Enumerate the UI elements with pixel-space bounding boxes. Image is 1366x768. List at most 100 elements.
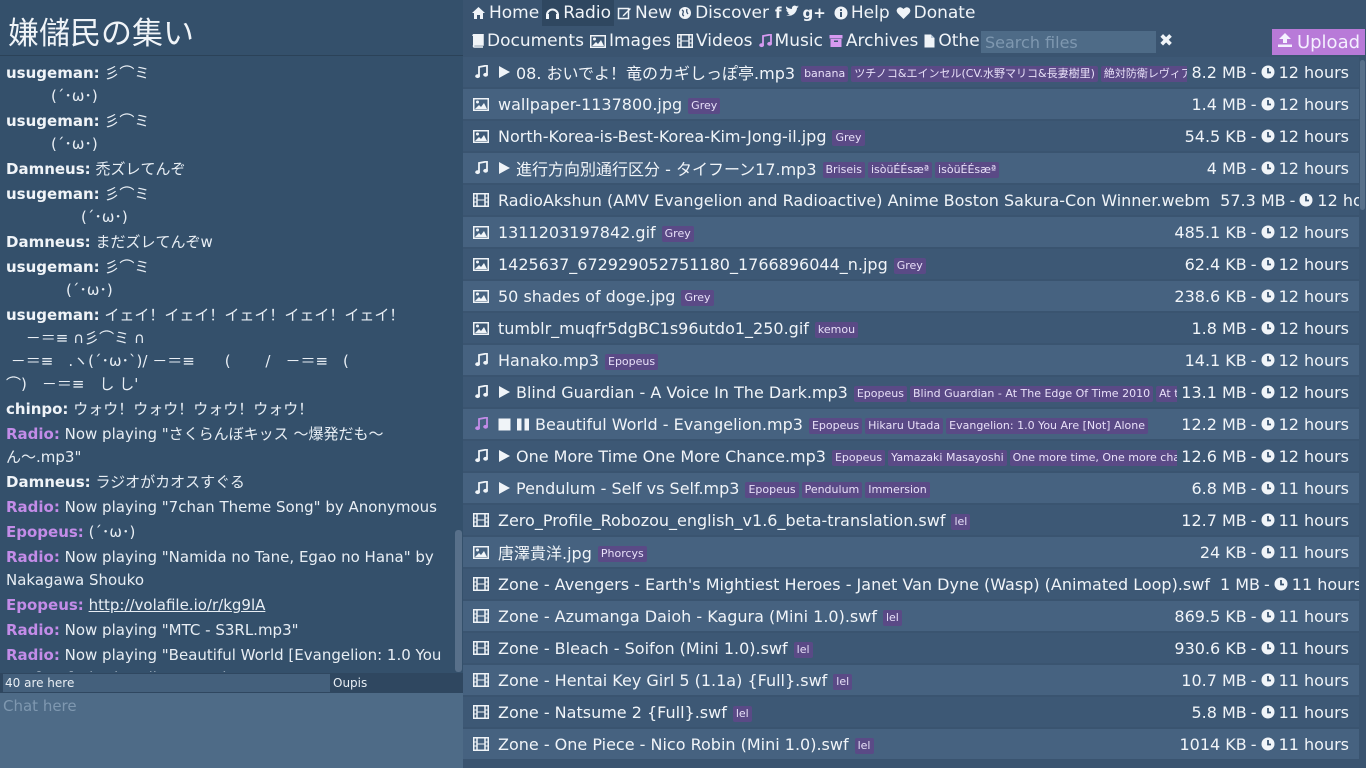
file-name[interactable]: Zone - Avengers - Earth's Mightiest Hero…	[498, 575, 1210, 594]
file-name[interactable]: Zone - One Piece - Nico Robin (Mini 1.0)…	[498, 735, 849, 754]
chat-nick[interactable]: Damneus:	[6, 473, 91, 491]
chat-scrollbar[interactable]	[455, 530, 462, 672]
chat-nick[interactable]: Epopeus:	[6, 596, 84, 614]
filter-other[interactable]: Other	[921, 28, 989, 54]
play-icon[interactable]	[498, 481, 511, 495]
chat-nick[interactable]: Radio:	[6, 646, 60, 664]
file-tag[interactable]: Epopeus	[808, 417, 863, 434]
file-row[interactable]: Zone - Hentai Key Girl 5 (1.1a) {Full}.s…	[463, 665, 1359, 695]
close-icon[interactable]: ✖	[1159, 31, 1173, 51]
file-row[interactable]: Pendulum - Self vs Self.mp3 Epopeus Pendul…	[463, 473, 1359, 503]
pause-icon[interactable]	[516, 418, 530, 431]
file-row[interactable]: 50 shades of doge.jpg Grey 238.6 KB - 12 hou…	[463, 281, 1359, 311]
chat-input[interactable]	[0, 693, 463, 768]
file-row[interactable]: Zone - Bleach - Soifon (Mini 1.0).swf lel…	[463, 633, 1359, 663]
chat-nick[interactable]: chinpo:	[6, 400, 68, 418]
user-name[interactable]: Oupis	[333, 674, 367, 692]
facebook-icon[interactable]: f	[775, 4, 782, 22]
file-row[interactable]: Zone - Avengers - Earth's Mightiest Hero…	[463, 569, 1359, 599]
file-name[interactable]: Zero_Profile_Robozou_english_v1.6_beta-t…	[498, 511, 945, 530]
search-input[interactable]	[981, 31, 1156, 53]
play-icon[interactable]	[498, 449, 511, 463]
play-icon[interactable]	[498, 161, 511, 175]
file-row[interactable]: RadioAkshun (AMV Evangelion and Radioact…	[463, 185, 1359, 215]
file-tag[interactable]: Grey	[893, 257, 926, 274]
google-plus-icon[interactable]: g+	[803, 4, 826, 22]
chat-nick[interactable]: Damneus:	[6, 160, 91, 178]
file-row[interactable]: tumblr_muqfr5dgBC1s96utdo1_250.gif kemou 1…	[463, 313, 1359, 343]
file-name[interactable]: wallpaper-1137800.jpg	[498, 95, 682, 114]
file-row[interactable]: wallpaper-1137800.jpg Grey 1.4 MB - 12 hours	[463, 89, 1359, 119]
file-tag[interactable]: Epopeus	[605, 353, 659, 370]
file-name[interactable]: One More Time One More Chance.mp3	[516, 447, 826, 466]
chat-nick[interactable]: usugeman:	[6, 112, 100, 130]
chat-nick[interactable]: Epopeus:	[6, 523, 84, 541]
file-name[interactable]: RadioAkshun (AMV Evangelion and Radioact…	[498, 191, 1210, 210]
nav-help[interactable]: Help	[831, 0, 893, 26]
nav-donate[interactable]: Donate	[893, 0, 979, 26]
file-tag[interactable]: 絶対防衛レヴィアタン キャラクターソング	[1100, 65, 1188, 82]
file-tag[interactable]: One more time, One more chance Special E…	[1009, 449, 1178, 466]
file-row[interactable]: Blind Guardian - A Voice In The Dark.mp3…	[463, 377, 1359, 407]
file-row[interactable]: Hanako.mp3 Epopeus 14.1 KB - 12 hours	[463, 345, 1359, 375]
file-tag[interactable]: lel	[854, 737, 874, 754]
file-name[interactable]: 進行方向別通行区分 - タイフーン17.mp3	[516, 156, 817, 180]
file-name[interactable]: 1425637_672929052751180_1766896044_n.jpg	[498, 255, 888, 274]
file-tag[interactable]: lel	[732, 705, 752, 722]
nav-radio[interactable]: Radio	[542, 0, 614, 26]
file-name[interactable]: 1311203197842.gif	[498, 223, 656, 242]
filter-music[interactable]: Music	[756, 28, 826, 54]
file-row[interactable]: North-Korea-is-Best-Korea-Kim-Jong-il.jp…	[463, 121, 1359, 151]
file-tag[interactable]: lel	[833, 673, 853, 690]
file-tag[interactable]: lel	[882, 609, 902, 626]
file-tag[interactable]: Briseis	[822, 161, 865, 178]
file-name[interactable]: Hanako.mp3	[498, 351, 599, 370]
file-row[interactable]: Zone - Azumanga Daioh - Kagura (Mini 1.0…	[463, 601, 1359, 631]
twitter-icon[interactable]	[785, 4, 800, 22]
chat-nick[interactable]: Radio:	[6, 425, 60, 443]
file-name[interactable]: tumblr_muqfr5dgBC1s96utdo1_250.gif	[498, 319, 809, 338]
file-row[interactable]: Zone - One Piece - Nico Robin (Mini 1.0)…	[463, 729, 1359, 759]
file-row[interactable]: Beautiful World - Evangelion.mp3 Epopeus H…	[463, 409, 1359, 439]
file-tag[interactable]: Blind Guardian - At The Edge Of Time 201…	[909, 385, 1154, 402]
file-tag[interactable]: lel	[793, 641, 813, 658]
file-tag[interactable]: kemou	[814, 321, 859, 338]
file-row[interactable]: 唐澤貴洋.jpg Phorcys 24 KB - 11 hours	[463, 537, 1359, 567]
file-name[interactable]: North-Korea-is-Best-Korea-Kim-Jong-il.jp…	[498, 127, 826, 146]
file-name[interactable]: Pendulum - Self vs Self.mp3	[516, 479, 739, 498]
file-tag[interactable]: Phorcys	[597, 545, 647, 562]
chat-nick[interactable]: Radio:	[6, 498, 60, 516]
file-tag[interactable]: ツチノコ&エインセル(CV.水野マリコ&長妻樹里)	[851, 65, 1098, 82]
filter-archives[interactable]: Archives	[826, 28, 921, 54]
file-tag[interactable]: Epopeus	[745, 481, 799, 498]
file-row[interactable]: Zone - Natsume 2 {Full}.swf lel 5.8 MB - 11 …	[463, 697, 1359, 727]
chat-nick[interactable]: usugeman:	[6, 258, 100, 276]
file-tag[interactable]: lel	[951, 513, 971, 530]
chat-nick[interactable]: Damneus:	[6, 233, 91, 251]
file-name[interactable]: Zone - Azumanga Daioh - Kagura (Mini 1.0…	[498, 607, 877, 626]
filter-documents[interactable]: Documents	[468, 28, 587, 54]
nav-new[interactable]: New	[614, 0, 675, 26]
file-list-scrollbar[interactable]	[1360, 60, 1365, 210]
nav-discover[interactable]: Discover	[675, 0, 772, 26]
chat-nick[interactable]: usugeman:	[6, 306, 100, 324]
upload-button[interactable]: Upload	[1272, 29, 1365, 55]
file-tag[interactable]: Evangelion: 1.0 You Are [Not] Alone	[946, 417, 1148, 434]
file-tag[interactable]: Yamazaki Masayoshi	[888, 449, 1007, 466]
chat-log[interactable]: usugeman: 彡⌒ミ (´･ω･) usugeman: 彡⌒ミ (´･ω･)…	[0, 62, 455, 672]
chat-nick[interactable]: usugeman:	[6, 185, 100, 203]
file-row[interactable]: 1311203197842.gif Grey 485.1 KB - 12 hours	[463, 217, 1359, 247]
chat-nick[interactable]: Radio:	[6, 621, 60, 639]
file-name[interactable]: Zone - Natsume 2 {Full}.swf	[498, 703, 727, 722]
file-tag[interactable]: Grey	[681, 289, 714, 306]
filter-images[interactable]: Images	[587, 28, 674, 54]
file-name[interactable]: Zone - Bleach - Soifon (Mini 1.0).swf	[498, 639, 788, 658]
file-tag[interactable]: isòüÉÉsæª	[935, 161, 1000, 178]
file-tag[interactable]: At the Edge of Time	[1156, 385, 1178, 402]
play-icon[interactable]	[498, 385, 511, 399]
file-tag[interactable]: isòüÉÉsæª	[867, 161, 933, 178]
play-icon[interactable]	[498, 65, 511, 79]
file-row[interactable]: 進行方向別通行区分 - タイフーン17.mp3 Briseis isòüÉÉsæª i…	[463, 153, 1359, 183]
file-name[interactable]: Beautiful World - Evangelion.mp3	[535, 415, 803, 434]
file-name[interactable]: Blind Guardian - A Voice In The Dark.mp3	[516, 383, 848, 402]
